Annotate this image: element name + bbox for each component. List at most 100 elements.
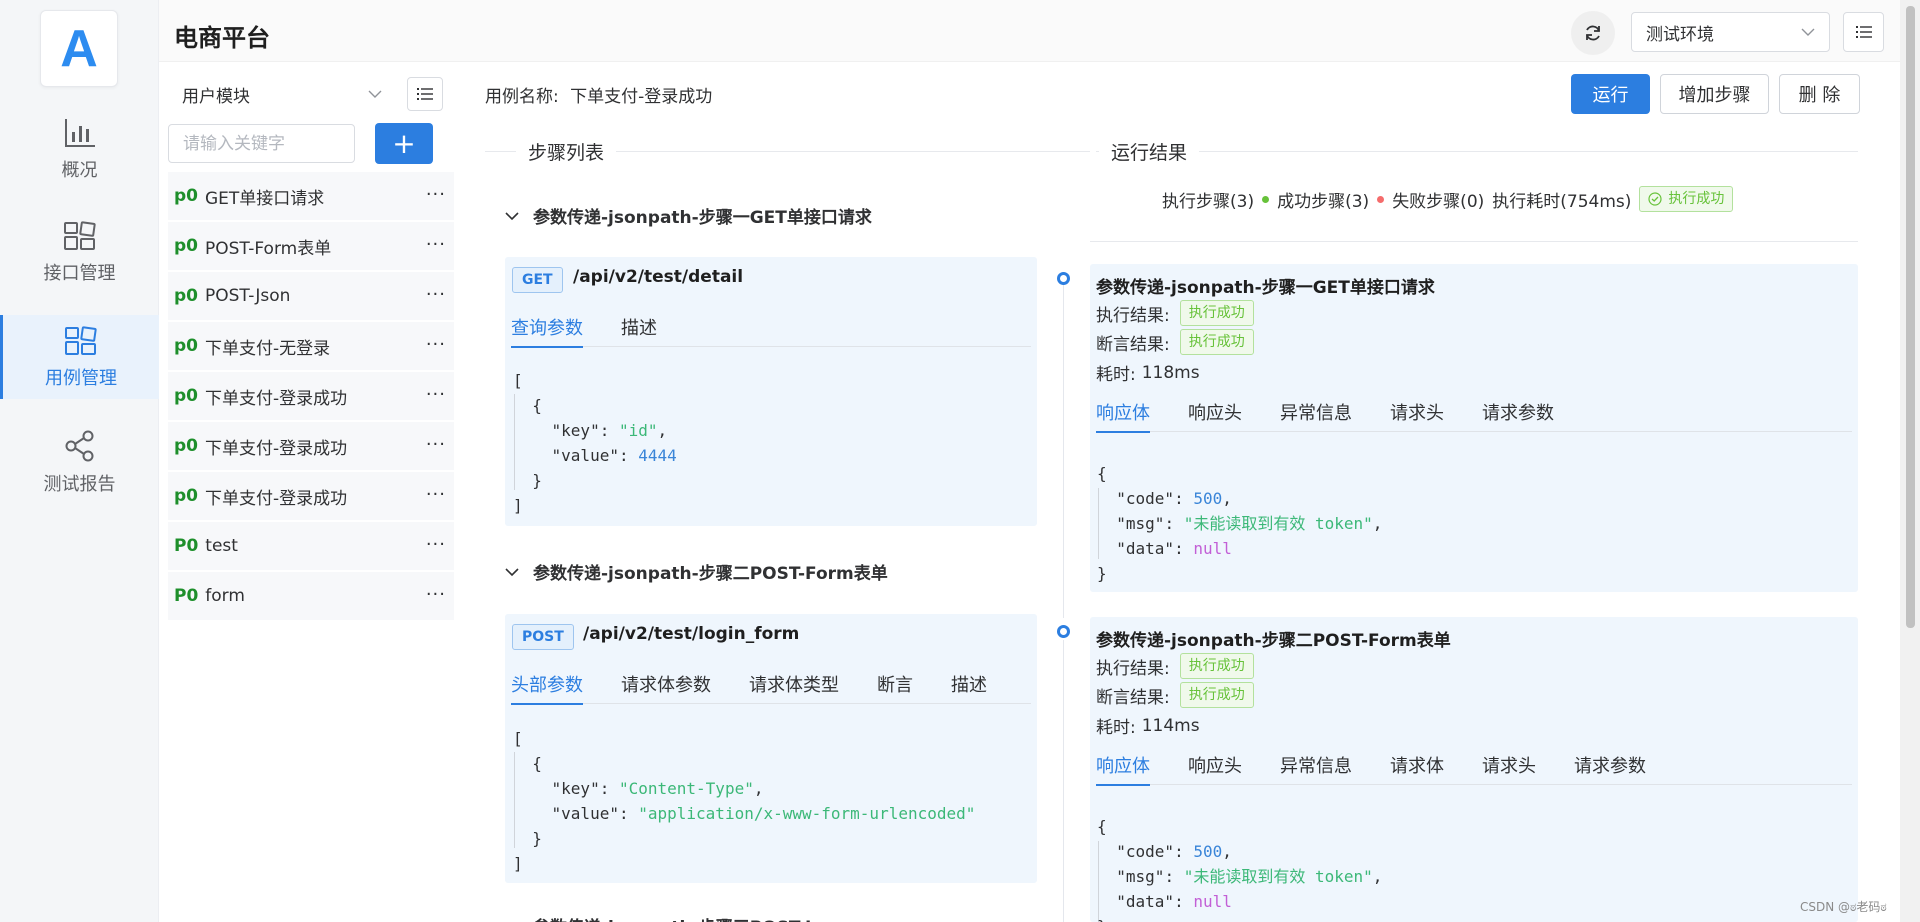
case-item[interactable]: p0 下单支付-登录成功 ···: [168, 422, 454, 470]
response-json: { "code": 500, "msg": "未能读取到有效 token", "…: [1097, 817, 1383, 922]
app-logo[interactable]: A: [40, 10, 118, 87]
case-name: 下单支付-登录成功: [205, 388, 348, 409]
tab-header-params[interactable]: 头部参数: [511, 662, 583, 705]
run-summary: 执行步骤(3) 成功步骤(3) 失败步骤(0) 执行耗时(754ms) 执行成功: [1162, 186, 1734, 212]
more-icon[interactable]: ···: [426, 584, 446, 605]
case-item[interactable]: p0 下单支付-无登录 ···: [168, 322, 454, 370]
response-msg: 未能读取到有效 token: [1193, 867, 1364, 886]
more-icon[interactable]: ···: [426, 284, 446, 305]
tab-request-headers[interactable]: 请求头: [1390, 390, 1444, 432]
tab-query-params[interactable]: 查询参数: [511, 305, 583, 348]
param-value: 4444: [638, 446, 677, 465]
list-icon: [1855, 26, 1872, 38]
case-list: p0 GET单接口请求 ··· p0 POST-Form表单 ··· p0 POST-Js…: [168, 172, 454, 622]
run-button[interactable]: 运行: [1571, 74, 1650, 114]
nav-item-test-report[interactable]: 测试报告: [0, 420, 159, 504]
more-icon[interactable]: ···: [426, 534, 446, 555]
case-item[interactable]: p0 下单支付-登录成功 ···: [168, 372, 454, 420]
tab-body-params[interactable]: 请求体参数: [621, 662, 711, 704]
case-name-value: 下单支付-登录成功: [570, 87, 713, 107]
case-name: POST-Json: [205, 286, 291, 306]
case-item[interactable]: p0 POST-Json ···: [168, 272, 454, 320]
more-icon[interactable]: ···: [426, 434, 446, 455]
nav-item-api-management[interactable]: 接口管理: [0, 210, 159, 294]
tab-assertion[interactable]: 断言: [877, 662, 913, 704]
step-header[interactable]: 参数传递-jsonpath-步骤二POST-Form表单: [505, 559, 888, 584]
step-header[interactable]: 参数传递-jsonpath-步骤一GET单接口请求: [505, 203, 872, 228]
more-icon[interactable]: ···: [426, 234, 446, 255]
param-key: id: [628, 421, 648, 440]
exec-result-row: 执行结果: 执行成功: [1096, 300, 1254, 326]
assert-label: 断言结果:: [1096, 334, 1170, 355]
case-priority: p0: [174, 436, 198, 456]
refresh-icon: [1586, 25, 1600, 41]
more-icon[interactable]: ···: [426, 484, 446, 505]
tab-request-body[interactable]: 请求体: [1390, 743, 1444, 785]
failed-steps: 失败步骤(0): [1392, 191, 1485, 212]
more-icon[interactable]: ···: [426, 384, 446, 405]
exec-status-badge: 执行成功: [1179, 300, 1254, 326]
tab-request-params[interactable]: 请求参数: [1482, 390, 1554, 432]
exec-result-row: 执行结果: 执行成功: [1096, 653, 1254, 679]
case-name: test: [205, 536, 238, 556]
tab-description[interactable]: 描述: [951, 662, 987, 704]
assert-status-badge: 执行成功: [1179, 329, 1254, 355]
method-badge: GET: [512, 267, 563, 293]
grid-icon: [65, 325, 97, 355]
nav-item-case-management[interactable]: 用例管理: [0, 315, 159, 399]
scrollbar-thumb[interactable]: [1906, 6, 1915, 628]
tab-request-params[interactable]: 请求参数: [1574, 743, 1646, 785]
step-title: 参数传递-jsonpath-步骤三POST-Json: [533, 913, 845, 922]
refresh-button[interactable]: [1571, 11, 1615, 55]
environment-select[interactable]: 测试环境: [1631, 12, 1830, 52]
case-name-row: 用例名称: 下单支付-登录成功: [485, 82, 712, 107]
tab-response-headers[interactable]: 响应头: [1188, 390, 1242, 432]
tab-response-body[interactable]: 响应体: [1096, 390, 1150, 433]
step-title: 参数传递-jsonpath-步骤一GET单接口请求: [533, 208, 872, 228]
status-text: 执行成功: [1668, 191, 1725, 207]
result-tabs: 响应体 响应头 异常信息 请求头 请求参数: [1096, 390, 1852, 433]
add-step-button[interactable]: 增加步骤: [1660, 74, 1769, 114]
menu-button[interactable]: [1843, 12, 1884, 52]
step-tabs: 查询参数 描述: [511, 305, 1031, 348]
chevron-down-icon: [505, 211, 519, 220]
case-name: 下单支付-登录成功: [205, 488, 348, 509]
time-value: 118ms: [1141, 362, 1200, 383]
app-root: A 概况 接口管理 用例管理 测试报告 电商平台 测试环境 用户模块 请输入关键…: [0, 0, 1920, 922]
tab-request-headers[interactable]: 请求头: [1482, 743, 1536, 785]
case-item[interactable]: p0 POST-Form表单 ···: [168, 222, 454, 270]
keyword-search-input[interactable]: [168, 124, 355, 163]
more-icon[interactable]: ···: [426, 184, 446, 205]
success-steps: 成功步骤(3): [1277, 191, 1370, 212]
nav-label: 测试报告: [43, 473, 116, 495]
tab-description[interactable]: 描述: [621, 305, 657, 347]
nav-label: 概况: [61, 159, 98, 181]
tab-exception[interactable]: 异常信息: [1280, 390, 1352, 432]
delete-button[interactable]: 删 除: [1779, 74, 1860, 114]
case-item[interactable]: P0 form ···: [168, 572, 454, 620]
case-priority: p0: [174, 486, 198, 506]
response-data: null: [1193, 539, 1232, 558]
tab-response-headers[interactable]: 响应头: [1188, 743, 1242, 785]
tab-body-type[interactable]: 请求体类型: [749, 662, 839, 704]
step-card: GET /api/v2/test/detail 查询参数 描述 [ { "key…: [505, 257, 1037, 526]
nav-item-overview[interactable]: 概况: [0, 107, 159, 191]
module-select[interactable]: 用户模块: [166, 78, 396, 110]
divider: [1096, 151, 1858, 152]
case-item[interactable]: P0 test ···: [168, 522, 454, 570]
nav-label: 用例管理: [45, 367, 117, 389]
case-item[interactable]: p0 下单支付-登录成功 ···: [168, 472, 454, 520]
step-header[interactable]: 参数传递-jsonpath-步骤三POST-Json: [505, 913, 845, 922]
add-case-button[interactable]: +: [375, 123, 433, 164]
success-dot-icon: [1262, 195, 1270, 203]
case-item[interactable]: p0 GET单接口请求 ···: [168, 172, 454, 220]
tab-response-body[interactable]: 响应体: [1096, 743, 1150, 786]
tab-exception[interactable]: 异常信息: [1280, 743, 1352, 785]
case-priority: p0: [174, 186, 198, 206]
timeline-dot-icon: [1057, 272, 1070, 285]
more-icon[interactable]: ···: [426, 334, 446, 355]
step-card: POST /api/v2/test/login_form 头部参数 请求体参数 …: [505, 614, 1037, 883]
list-view-button[interactable]: [407, 77, 443, 111]
case-priority: p0: [174, 386, 198, 406]
param-value: application/x-www-form-urlencoded: [647, 804, 966, 823]
